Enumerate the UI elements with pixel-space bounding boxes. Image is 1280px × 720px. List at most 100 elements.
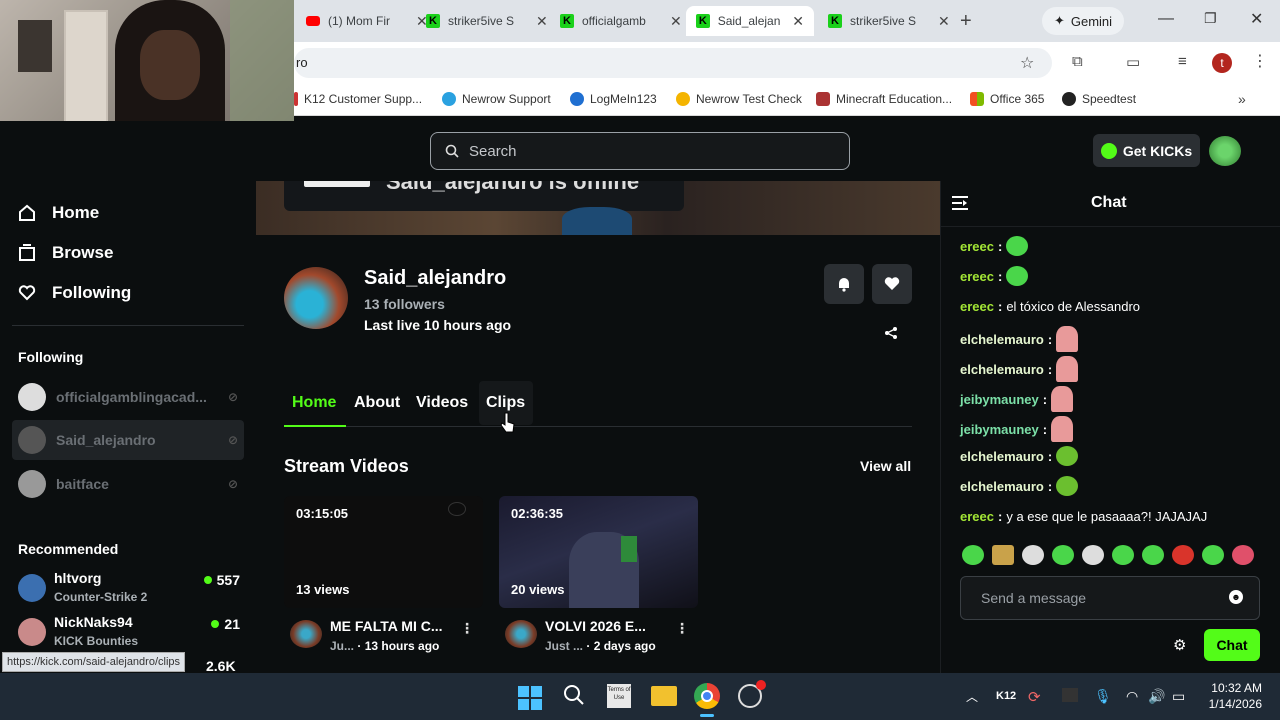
wifi-icon[interactable]: ◠ (1126, 688, 1138, 705)
emote-icon[interactable] (1112, 545, 1134, 565)
chat-message[interactable]: ereec: (960, 266, 1029, 286)
chevron-right-icon[interactable]: » (1238, 91, 1246, 107)
chat-username[interactable]: jeibymauney (960, 392, 1039, 407)
emote-icon[interactable] (1172, 545, 1194, 565)
view-all-link[interactable]: View all (860, 458, 911, 474)
new-tab-icon[interactable]: + (960, 10, 972, 33)
chat-username[interactable]: elchelemauro (960, 449, 1044, 464)
video-category[interactable]: Just ... (545, 639, 583, 653)
close-icon[interactable]: ✕ (670, 13, 682, 30)
k12-tray-label[interactable]: K12 (996, 690, 1016, 702)
video-menu-icon[interactable]: ⋮ (675, 620, 689, 637)
chat-username[interactable]: elchelemauro (960, 362, 1044, 377)
extensions-icon[interactable]: ⧉ (1072, 53, 1083, 70)
chat-message[interactable]: ereec: y a ese que le pasaaaa?! JAJAJAJ (960, 509, 1207, 524)
tray-app-icon[interactable] (1062, 688, 1078, 702)
emote-icon[interactable] (1052, 545, 1074, 565)
clock-date[interactable]: 1/14/2026 (1204, 697, 1262, 711)
minimize-icon[interactable]: — (1158, 10, 1174, 28)
emote-icon[interactable] (1142, 545, 1164, 565)
menu-kebab-icon[interactable]: ⋮ (1252, 51, 1268, 71)
chat-username[interactable]: ereec (960, 299, 994, 314)
tab-about[interactable]: About (354, 394, 400, 412)
chat-username[interactable]: elchelemauro (960, 332, 1044, 347)
bookmark-newrow-support[interactable]: Newrow Support (442, 92, 551, 106)
bookmark-minecraft[interactable]: Minecraft Education... (816, 92, 952, 106)
tab-officialgamb[interactable]: K officialgamb ✕ (550, 6, 692, 36)
chat-message[interactable]: ereec: (960, 236, 1029, 256)
terms-of-use-icon[interactable]: Terms of Use (607, 684, 631, 708)
chat-username[interactable]: ereec (960, 239, 994, 254)
file-explorer-icon[interactable] (651, 686, 677, 706)
chat-message[interactable]: jeibymauney: (960, 386, 1074, 412)
video-channel-avatar[interactable] (290, 620, 322, 648)
following-item[interactable]: officialgamblingacad... ⊘ (18, 377, 244, 417)
send-chat-button[interactable]: Chat (1204, 629, 1260, 661)
share-icon[interactable] (884, 326, 898, 345)
window-close-icon[interactable]: ✕ (1250, 9, 1263, 29)
following-item-active[interactable]: Said_alejandro ⊘ (12, 420, 244, 460)
notification-button[interactable] (824, 264, 864, 304)
sync-tray-icon[interactable]: ⟳ (1028, 688, 1041, 706)
chrome-icon[interactable] (694, 683, 720, 709)
bookmark-speedtest[interactable]: Speedtest (1062, 92, 1136, 106)
emote-icon[interactable] (1082, 545, 1104, 565)
follow-button[interactable] (872, 264, 912, 304)
taskbar-search-icon[interactable] (563, 684, 585, 711)
video-card[interactable]: 03:15:05 13 views (284, 496, 483, 608)
profile-avatar[interactable]: t (1212, 53, 1232, 73)
chat-username[interactable]: ereec (960, 269, 994, 284)
following-item[interactable]: baitface ⊘ (18, 464, 244, 504)
nav-browse[interactable]: Browse (18, 243, 113, 263)
gemini-button[interactable]: ✦ Gemini (1042, 7, 1124, 35)
volume-icon[interactable]: 🔊 (1148, 688, 1165, 705)
tab-striker5ive[interactable]: K striker5ive S ✕ (416, 6, 558, 36)
emote-icon[interactable] (1232, 545, 1254, 565)
bookmark-star-icon[interactable]: ☆ (1020, 53, 1034, 73)
nav-home[interactable]: Home (18, 203, 99, 223)
video-menu-icon[interactable]: ⋮ (460, 620, 474, 637)
chat-message[interactable]: elchelemauro: (960, 446, 1079, 466)
close-icon[interactable]: ✕ (536, 13, 548, 30)
media-icon[interactable]: ≡ (1178, 53, 1187, 70)
chat-message[interactable]: elchelemauro: (960, 476, 1079, 496)
video-category[interactable]: Ju... (330, 639, 354, 653)
bookmark-logmein[interactable]: LogMeIn123 (570, 92, 657, 106)
get-kicks-button[interactable]: Get KICKs (1093, 134, 1200, 167)
emote-icon[interactable] (1022, 545, 1044, 565)
chat-message[interactable]: elchelemauro: (960, 356, 1079, 382)
video-title[interactable]: VOLVI 2026 E... (545, 618, 646, 634)
chat-username[interactable]: elchelemauro (960, 479, 1044, 494)
chat-input[interactable]: Send a message (960, 576, 1260, 620)
tab-home[interactable]: Home (292, 394, 336, 412)
user-avatar[interactable] (1209, 136, 1241, 166)
tab-striker5ive-2[interactable]: K striker5ive S ✕ (818, 6, 960, 36)
chat-message[interactable]: jeibymauney: (960, 416, 1074, 442)
close-icon[interactable]: ✕ (792, 13, 804, 30)
emote-icon[interactable] (992, 545, 1014, 565)
search-input[interactable]: Search (430, 132, 850, 170)
chat-settings-icon[interactable]: ⚙ (1173, 636, 1186, 654)
clock-time[interactable]: 10:32 AM (1208, 681, 1262, 695)
bookmark-office365[interactable]: Office 365 (970, 92, 1044, 106)
battery-icon[interactable]: ▭ (1172, 688, 1185, 705)
chat-username[interactable]: jeibymauney (960, 422, 1039, 437)
chat-message[interactable]: elchelemauro: (960, 326, 1079, 352)
emote-icon[interactable] (962, 545, 984, 565)
video-channel-avatar[interactable] (505, 620, 537, 648)
windows-start-icon[interactable] (518, 686, 542, 710)
tray-chevron-icon[interactable]: ︿ (966, 688, 978, 705)
tab-said-alejandro[interactable]: K Said_alejand ✕ (686, 6, 814, 36)
address-input[interactable]: ro (296, 55, 308, 70)
cast-icon[interactable]: ▭ (1126, 53, 1140, 71)
bookmark-newrow-test[interactable]: Newrow Test Check (676, 92, 802, 106)
microphone-icon[interactable]: 🎙 (1094, 688, 1112, 705)
tab-videos[interactable]: Videos (416, 394, 468, 412)
video-card[interactable]: 02:36:35 20 views (499, 496, 698, 608)
tab-clips[interactable]: Clips (486, 394, 525, 412)
nav-following[interactable]: Following (18, 283, 131, 303)
video-title[interactable]: ME FALTA MI C... (330, 618, 443, 634)
obs-icon[interactable] (738, 680, 766, 708)
bookmark-k12[interactable]: K12 Customer Supp... (294, 92, 422, 106)
emote-icon[interactable] (1202, 545, 1224, 565)
